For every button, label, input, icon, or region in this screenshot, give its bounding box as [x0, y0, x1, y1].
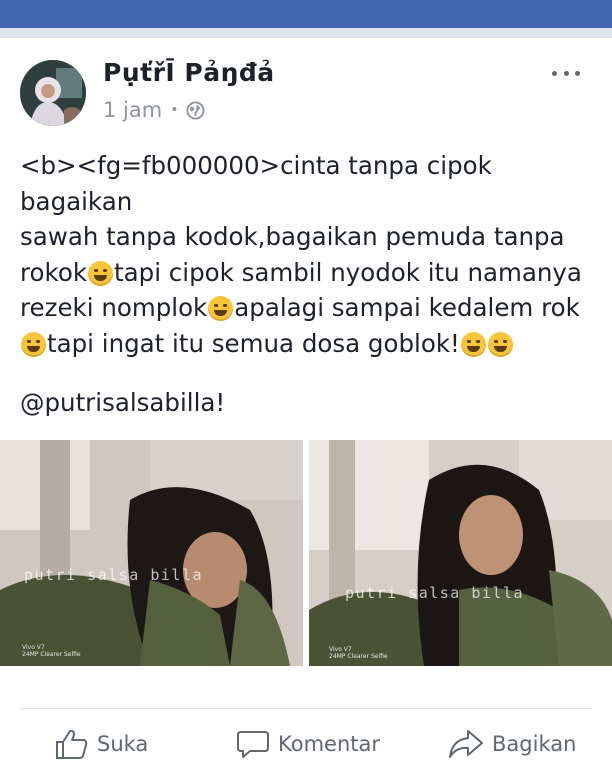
share-button[interactable]: Bagikan — [448, 724, 576, 764]
camera-model: Vivo V7 — [22, 644, 45, 651]
top-navigation-bar — [0, 0, 612, 28]
post-author-name[interactable]: PụťřĪ Pảŋđả — [103, 58, 275, 87]
tears-of-joy-emoji-icon — [88, 260, 114, 286]
avatar-photo — [20, 60, 86, 126]
camera-label: Vivo V7 24MP Clearer Selfie — [22, 644, 81, 658]
comment-button[interactable]: Komentar — [236, 724, 380, 764]
photo-image — [309, 440, 612, 666]
post-meta: 1 jam • — [103, 98, 205, 122]
like-button[interactable]: Suka — [55, 724, 148, 764]
feed-separator — [0, 28, 612, 38]
post-body: <b><fg=fb000000>cinta tanpa cipok bagaik… — [20, 148, 600, 361]
share-icon — [449, 730, 483, 758]
camera-caption: 24MP Clearer Selfie — [22, 651, 81, 658]
thumbs-up-icon — [56, 729, 88, 759]
post-photo-2[interactable]: putri salsa billa Vivo V7 24MP Clearer S… — [309, 440, 612, 666]
photo-watermark: putri salsa billa — [24, 566, 204, 584]
camera-model: Vivo V7 — [329, 646, 352, 653]
camera-label: Vivo V7 24MP Clearer Selfie — [329, 646, 388, 660]
post-text-line: tapi cipok sambil nyodok itu namanya — [114, 257, 582, 287]
post-text-line: rezeki nomplok — [20, 293, 208, 322]
tears-of-joy-emoji-icon — [460, 331, 486, 357]
grinning-emoji-icon — [208, 296, 234, 321]
comment-icon — [237, 731, 269, 758]
post-text-line: <b><fg=fb000000>cinta tanpa cipok bagaik… — [20, 151, 500, 216]
globe-icon — [186, 100, 205, 120]
mention-link[interactable]: @putrisalsabilla! — [20, 388, 225, 417]
post-text-line: apalagi sampai kedalem rok — [234, 293, 580, 322]
post-text-line: sawah tanpa kodok,bagaikan pemuda tanpa — [20, 222, 565, 251]
photo-image — [0, 440, 303, 666]
post-text-line: tapi ingat itu semua dosa goblok! — [47, 328, 460, 358]
post-photo-1[interactable]: putri salsa billa Vivo V7 24MP Clearer S… — [0, 440, 303, 666]
comment-label: Komentar — [278, 732, 380, 756]
camera-caption: 24MP Clearer Selfie — [329, 653, 388, 660]
post-text-line: rokok — [20, 257, 88, 287]
share-label: Bagikan — [492, 732, 577, 756]
like-label: Suka — [97, 732, 149, 756]
tongue-wink-emoji-icon — [21, 331, 46, 357]
post-card: PụťřĪ Pảŋđả 1 jam • <b><fg=fb000000>cint… — [0, 38, 612, 766]
smirk-emoji-icon — [487, 331, 513, 357]
action-bar-divider — [20, 708, 592, 709]
post-timestamp[interactable]: 1 jam — [103, 98, 162, 122]
avatar[interactable] — [20, 60, 86, 126]
meta-separator: • — [170, 102, 179, 118]
photo-watermark: putri salsa billa — [345, 584, 525, 602]
more-options-icon[interactable] — [552, 68, 580, 78]
